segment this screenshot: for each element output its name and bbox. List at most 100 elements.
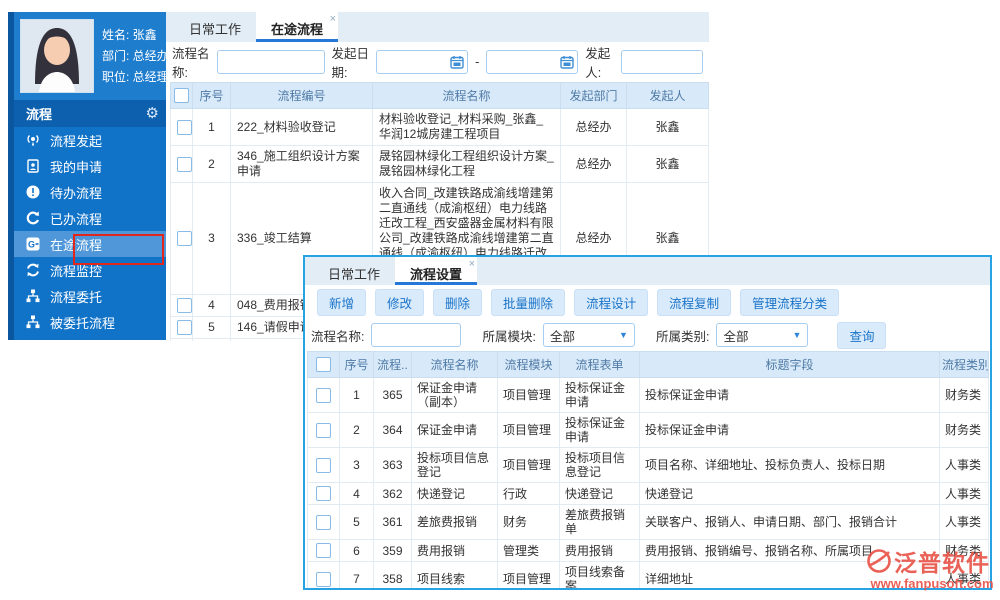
row-checkbox[interactable]: [316, 543, 331, 558]
row-checkbox[interactable]: [316, 422, 331, 438]
sidebar-item-process-delegate[interactable]: 流程委托: [14, 283, 171, 309]
sidebar-item-process-start[interactable]: 流程发起: [14, 127, 171, 153]
process-name-label: 流程名称:: [172, 47, 210, 80]
category-select[interactable]: 全部 ▼: [716, 323, 809, 347]
cell: 6: [192, 338, 231, 341]
date-range-separator: -: [475, 55, 480, 69]
cell: 365: [373, 377, 412, 413]
table-row[interactable]: 4 362 快递登记 行政 快递登记 快递登记 人事类: [307, 482, 989, 505]
sidebar-item-process-monitor[interactable]: 流程监控: [14, 257, 171, 283]
tab-daily-work[interactable]: 日常工作: [313, 257, 395, 285]
column-header: 序号: [192, 82, 231, 109]
initiator-input[interactable]: [621, 50, 703, 74]
row-checkbox[interactable]: [177, 298, 192, 313]
calendar-icon[interactable]: [450, 55, 464, 69]
sidebar-item-label: 待办流程: [50, 185, 103, 201]
row-checkbox[interactable]: [316, 571, 331, 587]
cell: 2: [192, 145, 231, 183]
window2-filterbar: 流程名称: 所属模块: 全部 ▼ 所属类别: 全部 ▼ 查询: [305, 319, 990, 351]
cell: 投标项目信息登记: [559, 447, 640, 483]
sidebar-item-todo-processes[interactable]: 待办流程: [14, 179, 171, 205]
column-header: 标题字段: [639, 351, 940, 378]
calendar-icon[interactable]: [560, 55, 574, 69]
cell: 346_施工组织设计方案申请: [230, 145, 373, 183]
sidebar-section-header: 流程 ⚙: [14, 100, 171, 127]
cell: 保证金申请（副本）: [411, 377, 498, 413]
select-all-checkbox[interactable]: [316, 357, 331, 372]
sidebar-section-title: 流程: [26, 107, 53, 122]
sidebar-item-delegated-processes[interactable]: 被委托流程: [14, 309, 171, 335]
column-header: 流程..: [373, 351, 412, 378]
cell: 5: [339, 504, 374, 540]
add-button[interactable]: 新增: [317, 288, 367, 316]
window2-tabbar: 日常工作 流程设置 ×: [305, 257, 990, 285]
column-header: 发起人: [626, 82, 709, 109]
row-checkbox[interactable]: [316, 387, 331, 403]
cell: 1: [192, 108, 231, 146]
cell: 1: [339, 377, 374, 413]
tab-daily-work[interactable]: 日常工作: [174, 12, 256, 42]
tab-label: 在途流程: [271, 22, 324, 37]
row-checkbox[interactable]: [177, 119, 192, 135]
cell: 投标项目信息登记: [411, 447, 498, 483]
table-row[interactable]: 3 363 投标项目信息登记 项目管理 投标项目信息登记 项目名称、详细地址、投标负责人、…: [307, 447, 989, 483]
process-design-button[interactable]: 流程设计: [574, 288, 649, 316]
svg-text:G: G: [28, 240, 35, 250]
user-dept: 部门: 总经办: [102, 48, 169, 63]
cell: 投标保证金申请: [559, 377, 640, 413]
column-header: 发起部门: [560, 82, 627, 109]
row-checkbox[interactable]: [177, 156, 192, 172]
select-all-checkbox[interactable]: [174, 88, 189, 103]
refresh-icon: [25, 262, 41, 278]
module-value: 全部: [549, 329, 575, 344]
table-header-row: 序号 流程.. 流程名称 流程模块 流程表单 标题字段 流程类别: [307, 351, 989, 378]
row-checkbox[interactable]: [316, 457, 331, 473]
redo-icon: [25, 210, 41, 226]
manage-categories-button[interactable]: 管理流程分类: [740, 288, 840, 316]
sidebar-item-done-processes[interactable]: 已办流程: [14, 205, 171, 231]
row-checkbox[interactable]: [177, 231, 192, 246]
cell: 362: [373, 482, 412, 505]
tab-process-settings[interactable]: 流程设置 ×: [395, 257, 478, 285]
batch-delete-button[interactable]: 批量删除: [491, 288, 566, 316]
tab-in-transit[interactable]: 在途流程 ×: [256, 12, 339, 42]
watermark-brand: 泛普软件: [894, 550, 990, 576]
sidebar-item-my-applications[interactable]: 我的申请: [14, 153, 171, 179]
cell: 3: [192, 182, 231, 295]
sitemap-icon: [25, 314, 41, 330]
gear-icon[interactable]: ⚙: [146, 106, 159, 121]
cell: 项目管理: [497, 561, 560, 588]
sidebar-item-in-transit-processes[interactable]: G 在途流程: [14, 231, 171, 257]
cell: 差旅费报销: [411, 504, 498, 540]
table-row[interactable]: 2 346_施工组织设计方案申请 晟铭园林绿化工程组织设计方案_晟铭园林绿化工程 总经…: [170, 145, 709, 183]
edit-button[interactable]: 修改: [375, 288, 425, 316]
cell: 费用报销: [411, 539, 498, 562]
sidebar-item-label: 流程监控: [50, 263, 103, 279]
process-name-input[interactable]: [216, 50, 325, 74]
delete-button[interactable]: 删除: [433, 288, 483, 316]
cell: 差旅费报销单: [559, 504, 640, 540]
cell: 358: [373, 561, 412, 588]
user-title: 职位: 总经理: [102, 69, 169, 84]
process-name-input[interactable]: [371, 323, 462, 347]
table-row[interactable]: 2 364 保证金申请 项目管理 投标保证金申请 投标保证金申请 财务类: [307, 412, 989, 448]
date-to-field: [486, 50, 579, 74]
broadcast-icon: [25, 132, 41, 148]
user-profile: 姓名: 张鑫 部门: 总经办 职位: 总经理: [14, 12, 171, 100]
module-select[interactable]: 全部 ▼: [542, 323, 635, 347]
close-icon[interactable]: ×: [469, 258, 475, 270]
cell: 项目线索: [411, 561, 498, 588]
avatar: [20, 19, 94, 93]
chevron-down-icon: ▼: [619, 330, 628, 340]
cell: 项目线索备案: [559, 561, 640, 588]
table-row[interactable]: 1 365 保证金申请（副本） 项目管理 投标保证金申请 投标保证金申请 财务类: [307, 377, 989, 413]
row-checkbox[interactable]: [316, 486, 331, 501]
close-icon[interactable]: ×: [330, 13, 336, 25]
process-copy-button[interactable]: 流程复制: [657, 288, 732, 316]
table-row[interactable]: 1 222_材料验收登记 材料验收登记_材料采购_张鑫_华润12城房建工程项目 总经办…: [170, 108, 709, 146]
window1-filterbar: 流程名称: 发起日期: - 发起人:: [166, 42, 709, 82]
search-button[interactable]: 查询: [837, 321, 887, 349]
row-checkbox[interactable]: [177, 320, 192, 335]
row-checkbox[interactable]: [316, 514, 331, 530]
table-row[interactable]: 5 361 差旅费报销 财务 差旅费报销单 关联客户、报销人、申请日期、部门、报销合计 人事…: [307, 504, 989, 540]
